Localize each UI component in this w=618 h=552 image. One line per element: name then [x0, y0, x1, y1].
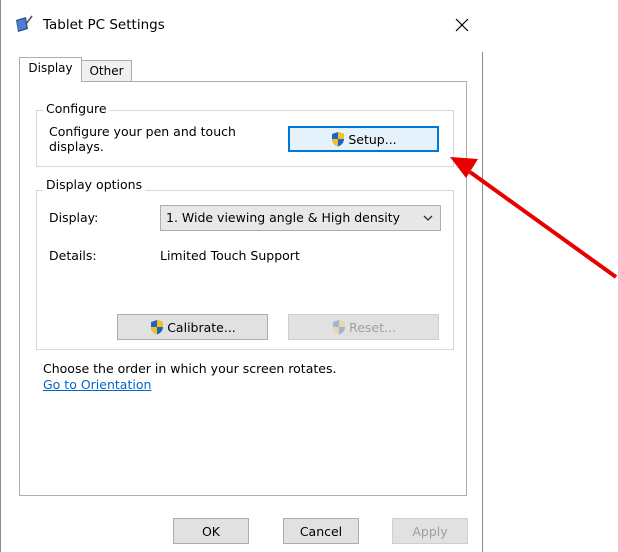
orientation-description: Choose the order in which your screen ro…	[43, 361, 337, 376]
configure-legend: Configure	[43, 101, 110, 116]
annotation-arrow	[450, 157, 618, 279]
uac-shield-icon	[149, 319, 165, 335]
uac-shield-icon	[330, 131, 346, 147]
tab-display[interactable]: Display	[19, 57, 82, 82]
tablet-pen-icon	[15, 15, 33, 33]
window-title: Tablet PC Settings	[43, 17, 165, 33]
details-label: Details:	[49, 248, 97, 263]
display-options-legend: Display options	[43, 177, 146, 192]
calibrate-button-label: Calibrate...	[167, 319, 236, 335]
chevron-down-icon	[423, 215, 433, 221]
tablet-pc-settings-window: Tablet PC Settings Display Other Configu…	[0, 0, 483, 552]
configure-description: Configure your pen and touch displays.	[49, 124, 236, 154]
setup-button-label: Setup...	[348, 131, 397, 147]
display-select-value: 1. Wide viewing angle & High density	[166, 210, 401, 225]
reset-button-label: Reset...	[349, 319, 396, 335]
title-bar: Tablet PC Settings	[1, 0, 483, 52]
setup-button[interactable]: Setup...	[288, 126, 439, 152]
go-to-orientation-link[interactable]: Go to Orientation	[43, 377, 151, 392]
details-value: Limited Touch Support	[160, 248, 300, 263]
tab-other[interactable]: Other	[82, 60, 132, 82]
uac-shield-icon	[331, 319, 347, 335]
calibrate-button[interactable]: Calibrate...	[117, 314, 268, 340]
ok-button[interactable]: OK	[173, 518, 249, 544]
reset-button[interactable]: Reset...	[288, 314, 439, 340]
cancel-button[interactable]: Cancel	[283, 518, 359, 544]
close-button[interactable]	[449, 12, 475, 38]
apply-button[interactable]: Apply	[392, 518, 468, 544]
close-icon	[455, 18, 469, 32]
display-label: Display:	[49, 210, 99, 225]
display-select[interactable]: 1. Wide viewing angle & High density	[160, 205, 441, 231]
